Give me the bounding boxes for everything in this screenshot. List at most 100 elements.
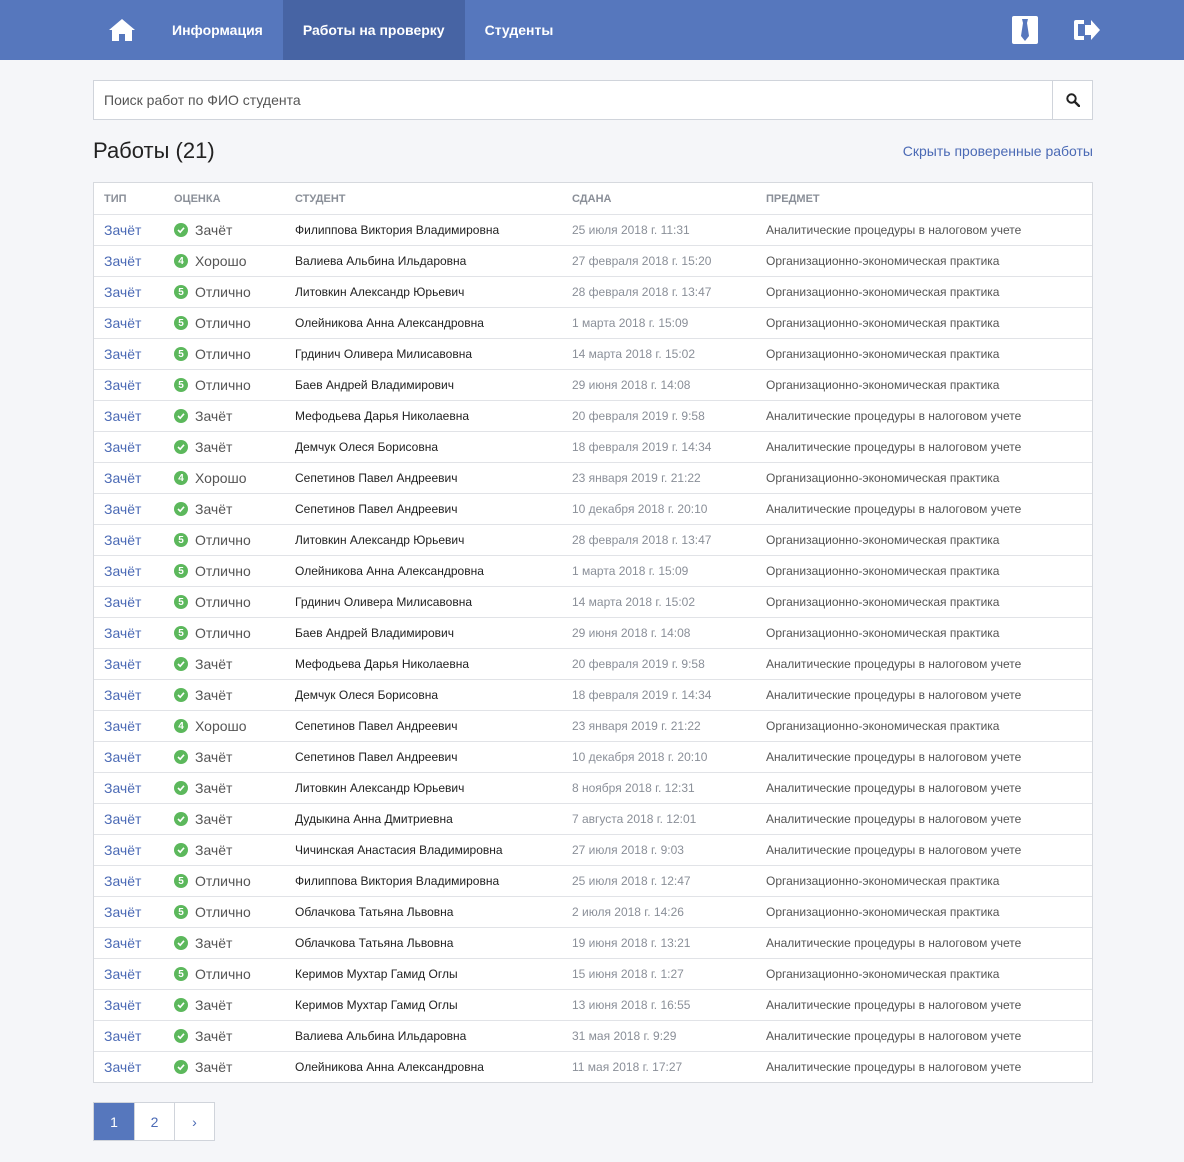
grade-cell: Зачёт — [174, 1059, 295, 1075]
type-link[interactable]: Зачёт — [104, 966, 141, 982]
submitted-date: 1 марта 2018 г. 15:09 — [572, 316, 689, 330]
type-link[interactable]: Зачёт — [104, 904, 141, 920]
table-row[interactable]: Зачёт Зачёт Мефодьева Дарья Николаевна 20 ф… — [94, 648, 1092, 679]
table-row[interactable]: Зачёт 5 Отлично Филиппова Виктория Владимир… — [94, 865, 1092, 896]
type-link[interactable]: Зачёт — [104, 687, 141, 703]
table-row[interactable]: Зачёт 4 Хорошо Сепетинов Павел Андреевич 23 … — [94, 462, 1092, 493]
type-link[interactable]: Зачёт — [104, 749, 141, 765]
header-date[interactable]: Сдана — [572, 193, 766, 205]
type-link[interactable]: Зачёт — [104, 873, 141, 889]
table-row[interactable]: Зачёт 5 Отлично Литовкин Александр Юрьевич 2… — [94, 524, 1092, 555]
table-row[interactable]: Зачёт 4 Хорошо Сепетинов Павел Андреевич 23 … — [94, 710, 1092, 741]
type-link[interactable]: Зачёт — [104, 842, 141, 858]
type-link[interactable]: Зачёт — [104, 315, 141, 331]
student-name: Демчук Олеся Борисовна — [295, 688, 439, 702]
logout-icon[interactable] — [1072, 15, 1102, 45]
student-name: Облачкова Татьяна Львовна — [295, 905, 454, 919]
type-link[interactable]: Зачёт — [104, 222, 141, 238]
subject-name: Организационно-экономическая практика — [766, 595, 1000, 609]
submitted-date: 1 марта 2018 г. 15:09 — [572, 564, 689, 578]
page-1-button[interactable]: 1 — [94, 1103, 134, 1140]
table-row[interactable]: Зачёт Зачёт Мефодьева Дарья Николаевна 20 ф… — [94, 400, 1092, 431]
grade-cell: 5 Отлично — [174, 563, 295, 579]
grade-label: Зачёт — [195, 811, 233, 827]
type-link[interactable]: Зачёт — [104, 346, 141, 362]
type-link[interactable]: Зачёт — [104, 656, 141, 672]
grade-cell: 5 Отлично — [174, 377, 295, 393]
grade-cell: Зачёт — [174, 811, 295, 827]
grade-cell: 5 Отлично — [174, 904, 295, 920]
page-2-button[interactable]: 2 — [134, 1103, 174, 1140]
type-link[interactable]: Зачёт — [104, 253, 141, 269]
table-row[interactable]: Зачёт Зачёт Демчук Олеся Борисовна 18 февра… — [94, 679, 1092, 710]
table-row[interactable]: Зачёт 5 Отлично Керимов Мухтар Гамид Оглы 15… — [94, 958, 1092, 989]
grade-cell: Зачёт — [174, 408, 295, 424]
nav-link-works-to-check[interactable]: Работы на проверку — [282, 0, 465, 60]
type-link[interactable]: Зачёт — [104, 625, 141, 641]
type-link[interactable]: Зачёт — [104, 997, 141, 1013]
table-row[interactable]: Зачёт Зачёт Чичинская Анастасия Владимиров… — [94, 834, 1092, 865]
nav-link-students[interactable]: Студенты — [465, 0, 574, 60]
table-row[interactable]: Зачёт 5 Отлично Грдинич Оливера Милисавовна… — [94, 338, 1092, 369]
works-table: Тип Оценка Студент Сдана Предмет Зачёт За… — [93, 182, 1093, 1083]
check-circle-icon — [174, 1060, 188, 1074]
subject-name: Аналитические процедуры в налоговом учет… — [766, 1029, 1022, 1043]
table-row[interactable]: Зачёт Зачёт Облачкова Татьяна Львовна 19 ию… — [94, 927, 1092, 958]
table-row[interactable]: Зачёт Зачёт Валиева Альбина Ильдаровна 31 м… — [94, 1020, 1092, 1051]
type-link[interactable]: Зачёт — [104, 718, 141, 734]
table-row[interactable]: Зачёт 5 Отлично Грдинич Оливера Милисавовна… — [94, 586, 1092, 617]
type-link[interactable]: Зачёт — [104, 563, 141, 579]
student-name: Филиппова Виктория Владимировна — [295, 223, 500, 237]
nav-link-info[interactable]: Информация — [152, 0, 283, 60]
table-row[interactable]: Зачёт Зачёт Керимов Мухтар Гамид Оглы 13 ию… — [94, 989, 1092, 1020]
table-row[interactable]: Зачёт Зачёт Сепетинов Павел Андреевич 10 де… — [94, 741, 1092, 772]
grade-cell: 5 Отлично — [174, 346, 295, 362]
table-row[interactable]: Зачёт 5 Отлично Олейникова Анна Александров… — [94, 307, 1092, 338]
table-row[interactable]: Зачёт Зачёт Литовкин Александр Юрьевич 8 но… — [94, 772, 1092, 803]
type-link[interactable]: Зачёт — [104, 935, 141, 951]
table-row[interactable]: Зачёт 5 Отлично Олейникова Анна Александров… — [94, 555, 1092, 586]
grade-label: Хорошо — [195, 718, 247, 734]
tie-icon[interactable] — [1010, 15, 1040, 45]
hide-checked-link[interactable]: Скрыть проверенные работы — [903, 143, 1093, 159]
table-row[interactable]: Зачёт Зачёт Демчук Олеся Борисовна 18 февра… — [94, 431, 1092, 462]
table-row[interactable]: Зачёт Зачёт Дудыкина Анна Дмитриевна 7 авгу… — [94, 803, 1092, 834]
table-row[interactable]: Зачёт Зачёт Олейникова Анна Александровна 1… — [94, 1051, 1092, 1082]
student-name: Баев Андрей Владимирович — [295, 378, 454, 392]
table-row[interactable]: Зачёт 5 Отлично Литовкин Александр Юрьевич 2… — [94, 276, 1092, 307]
type-link[interactable]: Зачёт — [104, 1028, 141, 1044]
type-link[interactable]: Зачёт — [104, 439, 141, 455]
table-row[interactable]: Зачёт 5 Отлично Баев Андрей Владимирович 29 … — [94, 617, 1092, 648]
header-grade[interactable]: Оценка — [174, 193, 295, 205]
table-row[interactable]: Зачёт Зачёт Филиппова Виктория Владимировн… — [94, 214, 1092, 245]
type-link[interactable]: Зачёт — [104, 284, 141, 300]
search-button[interactable] — [1052, 81, 1092, 119]
header-type[interactable]: Тип — [94, 193, 174, 205]
student-name: Литовкин Александр Юрьевич — [295, 533, 465, 547]
type-link[interactable]: Зачёт — [104, 780, 141, 796]
subject-name: Аналитические процедуры в налоговом учет… — [766, 1060, 1022, 1074]
grade-label: Зачёт — [195, 1028, 233, 1044]
type-link[interactable]: Зачёт — [104, 501, 141, 517]
subject-name: Организационно-экономическая практика — [766, 471, 1000, 485]
type-link[interactable]: Зачёт — [104, 377, 141, 393]
next-page-button[interactable]: › — [174, 1103, 214, 1140]
type-link[interactable]: Зачёт — [104, 532, 141, 548]
type-link[interactable]: Зачёт — [104, 811, 141, 827]
table-row[interactable]: Зачёт 4 Хорошо Валиева Альбина Ильдаровна 27… — [94, 245, 1092, 276]
table-row[interactable]: Зачёт 5 Отлично Облачкова Татьяна Львовна 2 … — [94, 896, 1092, 927]
type-link[interactable]: Зачёт — [104, 470, 141, 486]
grade-cell: Зачёт — [174, 222, 295, 238]
subject-name: Организационно-экономическая практика — [766, 254, 1000, 268]
type-link[interactable]: Зачёт — [104, 408, 141, 424]
home-icon[interactable] — [102, 0, 142, 60]
grade-label: Зачёт — [195, 501, 233, 517]
table-row[interactable]: Зачёт 5 Отлично Баев Андрей Владимирович 29 … — [94, 369, 1092, 400]
type-link[interactable]: Зачёт — [104, 1059, 141, 1075]
table-row[interactable]: Зачёт Зачёт Сепетинов Павел Андреевич 10 де… — [94, 493, 1092, 524]
header-student[interactable]: Студент — [295, 193, 572, 205]
type-link[interactable]: Зачёт — [104, 594, 141, 610]
top-navbar: Информация Работы на проверку Студенты — [0, 0, 1184, 60]
search-input[interactable] — [94, 81, 1052, 119]
header-subject[interactable]: Предмет — [766, 193, 1092, 205]
